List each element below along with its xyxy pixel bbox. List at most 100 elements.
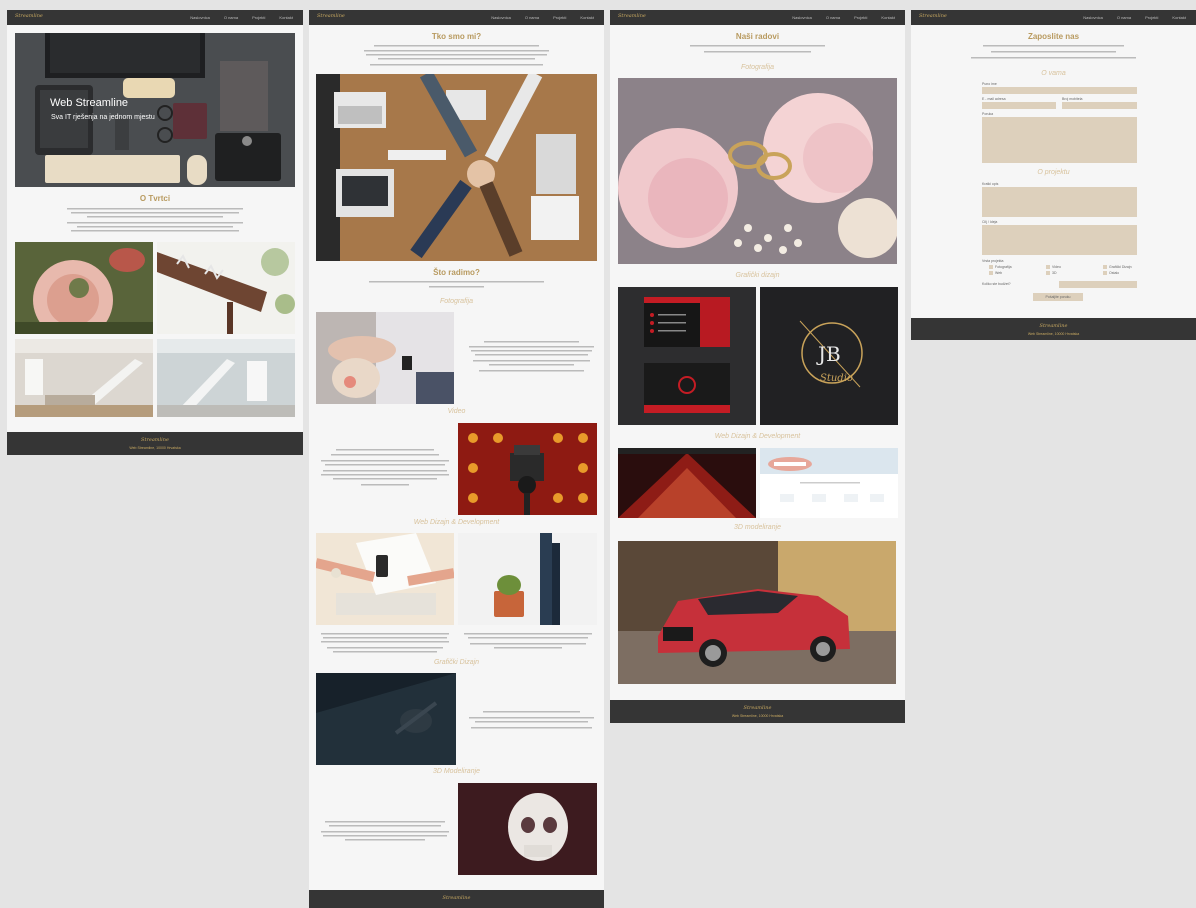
about-company-title: O Tvrtci xyxy=(139,194,171,203)
nav-item-contact[interactable]: Kontakt xyxy=(881,15,895,20)
nav-item-about[interactable]: O nama xyxy=(1117,15,1131,20)
works-section-3d: 3D modeliranje xyxy=(733,524,782,531)
nav-item-home[interactable]: Naslovnica xyxy=(190,15,210,20)
jb-monogram: JB xyxy=(816,342,841,366)
what-we-do-title: Što radimo? xyxy=(433,268,480,277)
works-section-photography: Fotografija xyxy=(740,64,775,71)
type-checkbox-3d[interactable] xyxy=(1046,271,1050,275)
hero-subtitle: Sva IT rješenja na jednom mjestu xyxy=(51,114,155,121)
plant-books-photo xyxy=(458,533,597,625)
goal-textarea[interactable] xyxy=(982,225,1137,255)
web-design-desk-photo xyxy=(316,533,454,625)
who-are-we-title: Tko smo mi? xyxy=(431,32,482,41)
hero-title: Web Streamline xyxy=(50,97,129,109)
type-label-graphic: Grafički Dizajn xyxy=(1109,265,1132,269)
name-label: Puno ime xyxy=(982,82,997,86)
nav-item-home[interactable]: Naslovnica xyxy=(1083,15,1103,20)
type-label-web: Web xyxy=(995,271,1003,275)
web-project-tent-photo xyxy=(618,448,756,518)
budget-input[interactable] xyxy=(1059,281,1137,288)
3d-car-render xyxy=(618,541,896,684)
project-type-label: Vrsta projekta xyxy=(982,259,1004,263)
nav-item-home[interactable]: Naslovnica xyxy=(792,15,812,20)
type-checkbox-web[interactable] xyxy=(989,271,993,275)
what-we-do-text xyxy=(369,280,544,292)
works-footer-text: Web Streamline, 10000 Hrvatska xyxy=(731,714,784,718)
home-nav-links: Naslovnica O nama Projekti Kontakt xyxy=(190,15,293,20)
home-logo[interactable]: Streamline xyxy=(15,13,43,19)
contact-logo[interactable]: Streamline xyxy=(919,13,947,19)
interior-photo-2 xyxy=(157,339,295,417)
about-section-photography: Fotografija xyxy=(439,298,474,305)
works-page: Streamline Naslovnica O nama Projekti Ko… xyxy=(610,10,905,723)
home-footer-logo: Streamline xyxy=(141,437,169,443)
about-section-video: Video xyxy=(447,408,466,415)
nav-item-about[interactable]: O nama xyxy=(826,15,840,20)
message-textarea[interactable] xyxy=(982,117,1137,163)
type-label-other: Ostalo xyxy=(1109,271,1120,275)
nav-item-projects[interactable]: Projekti xyxy=(553,15,566,20)
drawing-tablet-photo xyxy=(316,673,456,765)
type-checkbox-other[interactable] xyxy=(1103,271,1107,275)
nav-item-projects[interactable]: Projekti xyxy=(1145,15,1158,20)
nav-item-contact[interactable]: Kontakt xyxy=(279,15,293,20)
contact-navbar: Streamline Naslovnica O nama Projekti Ko… xyxy=(911,10,1196,25)
about-page: Streamline Naslovnica O nama Projekti Ko… xyxy=(309,10,604,908)
about-section-web: Web Dizajn & Development xyxy=(413,519,500,526)
hero-image: Web Streamline Sva IT rješenja na jednom… xyxy=(15,33,295,187)
about-logo[interactable]: Streamline xyxy=(317,13,345,19)
works-section-graphic: Grafički dizajn xyxy=(735,272,780,279)
type-checkbox-video[interactable] xyxy=(1046,265,1050,269)
home-page: Streamline Naslovnica O nama Projekti Ko… xyxy=(7,10,303,455)
short-desc-textarea[interactable] xyxy=(982,187,1137,217)
home-footer: Streamline Web Streamline, 10000 Hrvatsk… xyxy=(7,432,303,455)
nav-item-about[interactable]: O nama xyxy=(224,15,238,20)
contact-footer-text: Web Streamline, 10000 Hrvatska xyxy=(1027,332,1080,336)
name-input[interactable] xyxy=(982,87,1137,94)
camera-photo xyxy=(458,423,597,515)
type-checkbox-photography[interactable] xyxy=(989,265,993,269)
about-footer-logo: Streamline xyxy=(442,895,471,901)
nav-item-projects[interactable]: Projekti xyxy=(854,15,867,20)
type-label-photography: Fotografija xyxy=(995,265,1012,269)
our-works-title: Naši radovi xyxy=(735,32,780,41)
about-nav-links: Naslovnica O nama Projekti Kontakt xyxy=(491,15,594,20)
nav-item-contact[interactable]: Kontakt xyxy=(580,15,594,20)
web-text-right xyxy=(464,632,592,654)
about-company-text-1 xyxy=(67,207,243,221)
hire-us-text xyxy=(971,44,1136,68)
about-navbar: Streamline Naslovnica O nama Projekti Ko… xyxy=(309,10,604,25)
type-checkbox-graphic[interactable] xyxy=(1103,265,1107,269)
works-section-web: Web Dizajn & Development xyxy=(714,433,801,440)
contact-nav-links: Naslovnica O nama Projekti Kontakt xyxy=(1083,15,1186,20)
works-logo[interactable]: Streamline xyxy=(618,13,646,19)
about-company-text-2 xyxy=(67,221,243,235)
hire-us-title: Zaposlite nas xyxy=(1027,32,1080,41)
business-cards-photo xyxy=(618,287,756,425)
3d-text xyxy=(321,820,449,848)
short-desc-label: Kratki opis xyxy=(982,182,999,186)
about-footer: Streamline xyxy=(309,890,604,908)
email-input[interactable] xyxy=(982,102,1056,109)
about-you-subtitle: O vama xyxy=(1041,70,1066,77)
about-section-graphic: Grafički Dizajn xyxy=(433,659,480,666)
send-message-button[interactable]: Pošaljite poruku xyxy=(1033,293,1083,301)
wood-sign-photo xyxy=(157,242,295,334)
message-label: Poruka xyxy=(982,112,994,116)
nav-item-about[interactable]: O nama xyxy=(525,15,539,20)
works-footer: Streamline Web Streamline, 10000 Hrvatsk… xyxy=(610,700,905,723)
home-navbar: Streamline Naslovnica O nama Projekti Ko… xyxy=(7,10,303,25)
web-project-dental-photo xyxy=(760,448,898,518)
our-works-text xyxy=(690,44,825,58)
nav-item-projects[interactable]: Projekti xyxy=(252,15,265,20)
type-label-3d: 3D xyxy=(1052,271,1057,275)
jb-studio-logo-photo: JB Studio xyxy=(760,287,898,425)
about-section-3d: 3D Modeliranje xyxy=(432,768,481,775)
goal-label: Cilj / Ideja xyxy=(982,220,998,224)
budget-label: Koliko ste budžet? xyxy=(982,282,1011,286)
nav-item-home[interactable]: Naslovnica xyxy=(491,15,511,20)
contact-page: Streamline Naslovnica O nama Projekti Ko… xyxy=(911,10,1196,340)
phone-input[interactable] xyxy=(1062,102,1137,109)
nav-item-contact[interactable]: Kontakt xyxy=(1172,15,1186,20)
jb-script: Studio xyxy=(820,373,853,384)
